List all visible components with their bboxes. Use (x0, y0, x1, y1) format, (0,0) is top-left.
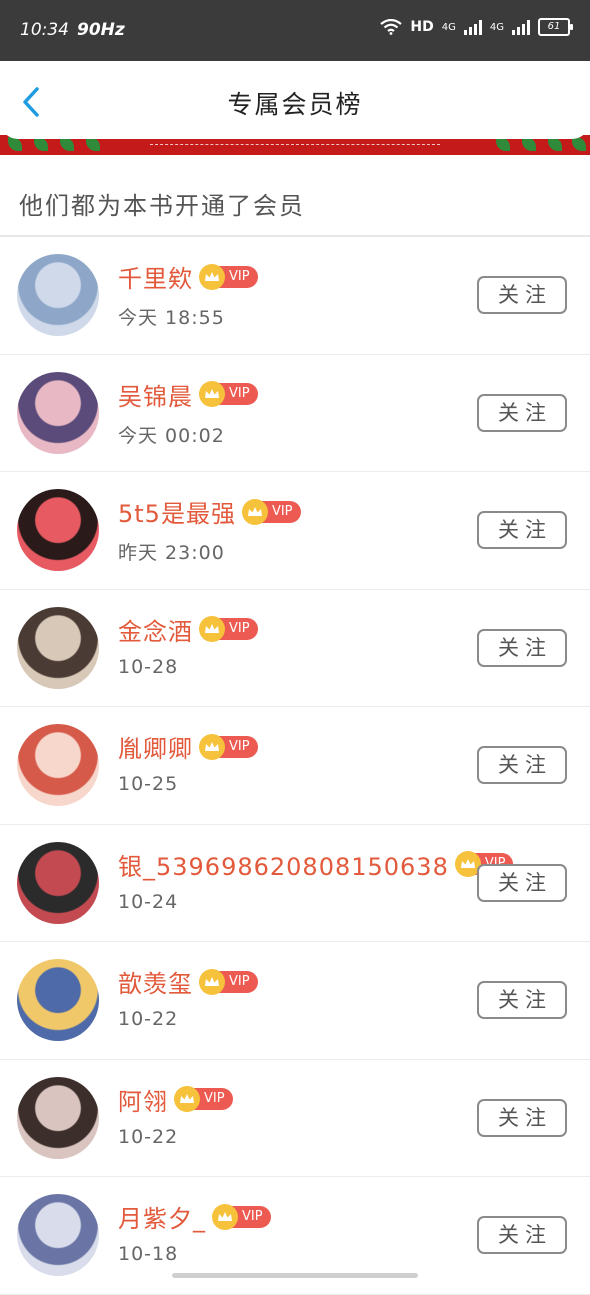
status-time: 10:34 (20, 20, 69, 40)
vip-badge: VIP (199, 616, 258, 642)
member-row[interactable]: 胤卿卿 VIP 10-25 关注 (0, 707, 590, 825)
member-time: 今天 18:55 (118, 307, 225, 329)
crown-icon (199, 381, 225, 407)
signal-label-1: 4G (441, 21, 456, 33)
member-row[interactable]: 歆羡玺 VIP 10-22 关注 (0, 942, 590, 1060)
member-list: 千里欸 VIP 今天 18:55 关注 吴锦晨 VIP 今天 00:02 关注 5t5是最强 VI… (0, 237, 590, 1295)
follow-button[interactable]: 关注 (477, 628, 567, 667)
member-name[interactable]: 胤卿卿 (118, 729, 193, 764)
member-time: 10-22 (118, 1125, 179, 1148)
vip-badge: VIP (212, 1203, 271, 1230)
header-bar: 专属会员榜 (0, 61, 590, 139)
member-name-wrap: 千里欸 VIP (118, 259, 258, 294)
vip-badge: VIP (199, 381, 258, 407)
vip-label: VIP (229, 738, 250, 754)
member-name-wrap: 歆羡玺 VIP (118, 964, 258, 999)
member-name[interactable]: 阿翎 (118, 1082, 168, 1117)
network-type: HD (410, 19, 434, 35)
member-name-wrap: 月紫夕_ VIP (118, 1199, 271, 1234)
crown-icon (212, 1203, 238, 1230)
member-name[interactable]: 金念酒 (118, 612, 193, 647)
vip-badge: VIP (199, 733, 258, 760)
vip-label: VIP (242, 1208, 263, 1224)
avatar[interactable] (17, 959, 99, 1041)
vip-label: VIP (271, 503, 293, 519)
signal-label-2: 4G (489, 21, 504, 33)
avatar[interactable] (17, 254, 99, 336)
avatar[interactable] (17, 489, 99, 571)
member-time: 10-18 (118, 1243, 179, 1265)
member-name-wrap: 阿翎 VIP (118, 1082, 233, 1117)
crown-icon (199, 733, 225, 760)
avatar[interactable] (17, 1194, 99, 1276)
follow-button[interactable]: 关注 (477, 746, 567, 784)
home-indicator[interactable] (172, 1273, 418, 1278)
status-right: HD 4G 4G 61 (380, 18, 573, 36)
member-row[interactable]: 5t5是最强 VIP 昨天 23:00 关注 (0, 472, 590, 590)
member-row[interactable]: 千里欸 VIP 今天 18:55 关注 (0, 237, 590, 355)
avatar[interactable] (17, 841, 99, 924)
follow-button[interactable]: 关注 (477, 981, 567, 1019)
intro-text: 他们都为本书开通了会员 (19, 192, 305, 220)
member-name[interactable]: 5t5是最强 (118, 494, 236, 529)
member-name[interactable]: 歆羡玺 (118, 964, 193, 999)
vip-badge: VIP (199, 263, 258, 290)
vip-badge: VIP (241, 498, 301, 525)
avatar[interactable] (17, 371, 99, 454)
member-time: 10-28 (118, 655, 179, 678)
member-name[interactable]: 千里欸 (118, 259, 193, 294)
member-time: 昨天 23:00 (118, 542, 225, 564)
battery-icon: 61 (538, 18, 573, 36)
vip-label: VIP (204, 1091, 225, 1106)
member-row[interactable]: 吴锦晨 VIP 今天 00:02 关注 (0, 355, 590, 472)
follow-button[interactable]: 关注 (477, 863, 567, 902)
member-name-wrap: 金念酒 VIP (118, 612, 258, 647)
member-name[interactable]: 月紫夕_ (118, 1199, 206, 1234)
member-name-wrap: 银_53969862080815063​8VIP (118, 847, 514, 882)
page-title: 专属会员榜 (227, 90, 363, 119)
crown-icon (241, 498, 268, 525)
follow-button[interactable]: 关注 (477, 511, 567, 549)
status-bar: 10:34 90Hz HD 4G 4G 61 (0, 0, 590, 61)
member-time: 今天 00:02 (118, 424, 225, 447)
member-name-wrap: 吴锦晨 VIP (118, 377, 258, 412)
member-name[interactable]: 吴锦晨 (118, 377, 193, 412)
member-name-wrap: 5t5是最强 VIP (118, 494, 301, 529)
crown-icon (199, 263, 225, 290)
member-name[interactable]: 银_53969862080815063​8 (118, 847, 449, 882)
follow-button[interactable]: 关注 (477, 1098, 567, 1137)
avatar[interactable] (17, 606, 99, 689)
refresh-rate: 90Hz (77, 20, 125, 40)
follow-button[interactable]: 关注 (477, 276, 567, 314)
signal-icon (463, 19, 482, 35)
member-row[interactable]: 阿翎 VIP 10-22 关注 (0, 1060, 590, 1177)
avatar[interactable] (17, 1076, 99, 1159)
vip-label: VIP (229, 973, 250, 989)
vip-label: VIP (229, 621, 250, 636)
member-name-wrap: 胤卿卿 VIP (118, 729, 258, 764)
crown-icon (174, 1086, 200, 1112)
status-left: 10:34 90Hz (20, 20, 125, 40)
member-time: 10-22 (118, 1008, 179, 1030)
avatar[interactable] (17, 724, 99, 806)
vip-label: VIP (229, 386, 250, 401)
crown-icon (199, 968, 225, 995)
vip-badge: VIP (199, 968, 258, 995)
wifi-icon (380, 19, 403, 35)
member-row[interactable]: 银_53969862080815063​8VIP 10-24 关注 (0, 825, 590, 942)
member-row[interactable]: 金念酒 VIP 10-28 关注 (0, 590, 590, 707)
crown-icon (199, 616, 225, 642)
vip-label: VIP (229, 268, 250, 284)
member-time: 10-25 (118, 773, 179, 795)
follow-button[interactable]: 关注 (477, 1216, 567, 1254)
member-time: 10-24 (118, 890, 179, 913)
follow-button[interactable]: 关注 (477, 393, 567, 432)
battery-level: 61 (547, 21, 561, 32)
vip-badge: VIP (174, 1086, 233, 1112)
signal-icon (512, 19, 530, 35)
